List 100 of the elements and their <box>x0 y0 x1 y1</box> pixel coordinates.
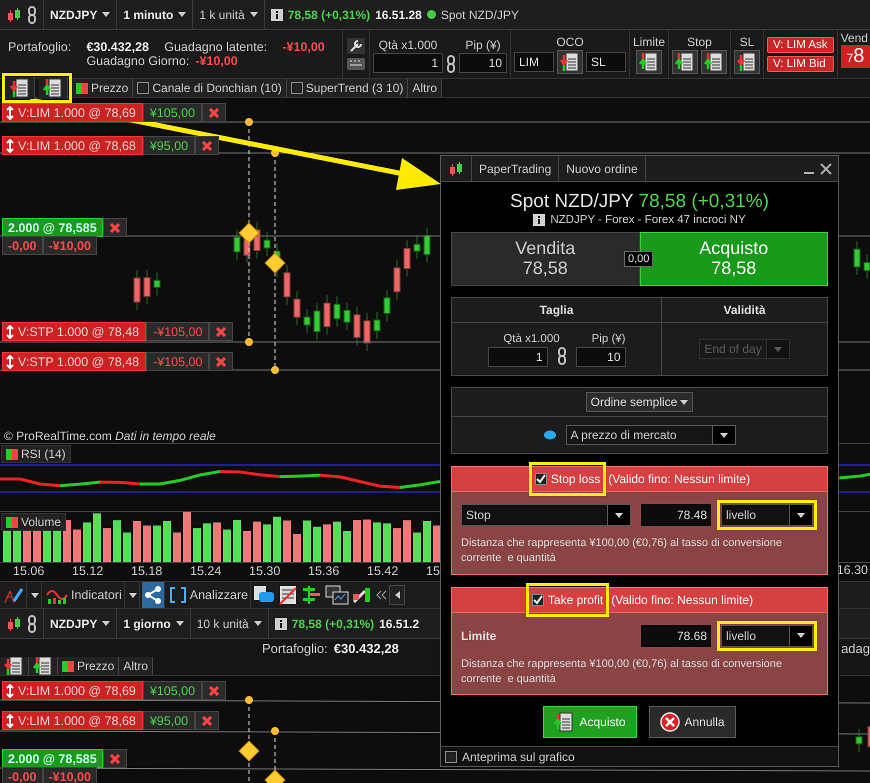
oco-right-field[interactable]: SL <box>586 52 626 72</box>
close-position-button[interactable] <box>102 218 127 237</box>
order-label[interactable]: V:LIM 1.000 @ 78,69 <box>2 103 143 122</box>
oco-order-icon[interactable] <box>560 51 580 73</box>
cancel-order-icon[interactable] <box>216 326 226 336</box>
bracket-label[interactable]: Take profit <box>548 592 604 607</box>
info-icon[interactable] <box>270 8 283 20</box>
drag-handle-icon[interactable] <box>6 106 14 120</box>
quick-order-button[interactable]: V: LIM Bid <box>767 56 834 72</box>
double-chevron-icon[interactable] <box>375 589 388 601</box>
drag-handle-icon[interactable] <box>6 324 14 338</box>
chart-tab[interactable]: Prezzo <box>72 79 134 97</box>
price-field[interactable]: 78.68 <box>641 624 711 647</box>
dialog-tab[interactable]: PaperTrading <box>472 156 560 181</box>
mode-dropdown[interactable]: livello <box>721 624 813 647</box>
chart-tab[interactable]: Altro <box>408 79 442 97</box>
stop-type-dropdown[interactable]: Stop <box>461 504 631 526</box>
timeframe-selector[interactable]: 1 minuto <box>123 8 174 22</box>
oco-connector[interactable] <box>238 118 260 346</box>
cancel-order-button[interactable] <box>209 322 234 341</box>
pip-field[interactable]: 10 <box>576 347 626 367</box>
bracket-label[interactable]: Stop loss <box>550 472 600 486</box>
cancel-button[interactable]: Annulla <box>648 706 736 738</box>
analyze-menu[interactable]: Analizzare <box>190 588 248 602</box>
units-selector[interactable]: 10 k unità <box>196 616 249 630</box>
cancel-order-button[interactable] <box>202 681 226 700</box>
limit-order-icon[interactable] <box>639 51 659 73</box>
info-icon[interactable] <box>533 214 546 226</box>
quantity-field[interactable]: 1 <box>373 53 443 73</box>
order-type-dropdown[interactable]: Ordine semplice <box>586 392 694 412</box>
link-icon[interactable] <box>446 55 456 73</box>
mode-dropdown[interactable]: livello <box>721 504 813 526</box>
preview-label[interactable]: Anteprima sul grafico <box>462 750 575 764</box>
oco-connector[interactable] <box>264 727 286 783</box>
chart-tab[interactable]: Prezzo <box>58 657 120 675</box>
sell-order-icon[interactable] <box>10 77 30 99</box>
document-icon[interactable] <box>277 585 300 605</box>
oco-connector[interactable] <box>238 696 260 783</box>
indicator-tab[interactable]: Canale di Donchian (10) <box>133 79 287 97</box>
symbol-selector[interactable]: NZDJPY <box>50 8 98 22</box>
chain-link-icon[interactable] <box>27 6 37 24</box>
order-label[interactable]: V:LIM 1.000 @ 78,68 <box>2 711 143 730</box>
pip-field[interactable]: 10 <box>459 53 507 73</box>
cancel-order-icon[interactable] <box>202 140 212 150</box>
quick-order-button[interactable]: V: LIM Ask <box>767 36 834 52</box>
dialog-tab[interactable]: Nuovo ordine <box>559 156 646 181</box>
cancel-order-icon[interactable] <box>216 356 226 366</box>
candlestick-icon[interactable] <box>6 616 22 632</box>
order-icon[interactable] <box>554 711 574 734</box>
app-logo-icon[interactable] <box>448 160 464 176</box>
cancel-order-icon[interactable] <box>110 222 120 232</box>
buy-order-icon[interactable] <box>43 77 63 99</box>
stop-loss-icon[interactable] <box>737 51 758 73</box>
cancel-order-button[interactable] <box>202 103 226 122</box>
units-selector[interactable]: 1 k unità <box>199 8 245 22</box>
close-position-button[interactable] <box>102 749 127 768</box>
oco-connector[interactable] <box>264 149 286 374</box>
stop-limit-icon[interactable] <box>704 51 724 73</box>
chat-icon[interactable] <box>253 585 276 605</box>
cancel-order-icon[interactable] <box>110 754 120 764</box>
share-icon[interactable] <box>144 586 162 604</box>
cancel-order-icon[interactable] <box>202 716 212 726</box>
indicators-menu[interactable]: Indicatori <box>71 588 122 602</box>
order-label[interactable]: V:LIM 1.000 @ 78,68 <box>2 136 143 155</box>
oco-left-field[interactable]: LIM <box>514 52 554 72</box>
checkbox[interactable] <box>137 82 150 94</box>
quantity-field[interactable]: 1 <box>488 347 548 367</box>
chain-link-icon[interactable] <box>27 614 37 632</box>
link-icon[interactable] <box>556 347 566 365</box>
candlestick-icon[interactable] <box>6 6 22 22</box>
scroll-left-button[interactable] <box>389 585 406 605</box>
drag-handle-icon[interactable] <box>6 354 14 368</box>
cancel-order-icon[interactable] <box>209 108 220 118</box>
bracket-icon[interactable] <box>168 586 187 604</box>
chart-tab[interactable]: Altro <box>119 657 154 675</box>
order-label[interactable]: V:STP 1.000 @ 78,48 <box>2 322 146 341</box>
price-field[interactable]: 78.48 <box>641 504 711 526</box>
buy-order-icon[interactable] <box>33 655 53 677</box>
indicator-tab[interactable]: SuperTrend (3 10) <box>286 79 408 97</box>
pencil-icon[interactable] <box>2 585 24 605</box>
cancel-order-icon[interactable] <box>209 686 220 696</box>
bracket-checkbox[interactable] <box>532 594 544 606</box>
checkbox[interactable] <box>290 82 303 94</box>
drag-handle-icon[interactable] <box>6 714 14 728</box>
sell-price-button[interactable]: 78 <box>840 45 870 68</box>
drag-handle-icon[interactable] <box>6 684 14 698</box>
execution-dropdown[interactable]: A prezzo di mercato <box>566 425 736 445</box>
wrench-icon[interactable] <box>347 38 365 54</box>
close-icon[interactable] <box>820 162 832 174</box>
bracket-checkbox[interactable] <box>534 473 547 485</box>
cancel-order-button[interactable] <box>195 711 220 730</box>
order-label[interactable]: V:LIM 1.000 @ 78,69 <box>2 681 143 700</box>
windows-icon[interactable] <box>325 585 350 605</box>
sell-order-icon[interactable] <box>4 655 24 677</box>
preview-checkbox[interactable] <box>445 750 457 762</box>
cancel-order-button[interactable] <box>195 136 220 155</box>
drag-handle-icon[interactable] <box>6 138 14 152</box>
info-icon[interactable] <box>274 618 287 630</box>
timeframe-selector[interactable]: 1 giorno <box>123 616 171 630</box>
symbol-selector[interactable]: NZDJPY <box>50 616 98 630</box>
